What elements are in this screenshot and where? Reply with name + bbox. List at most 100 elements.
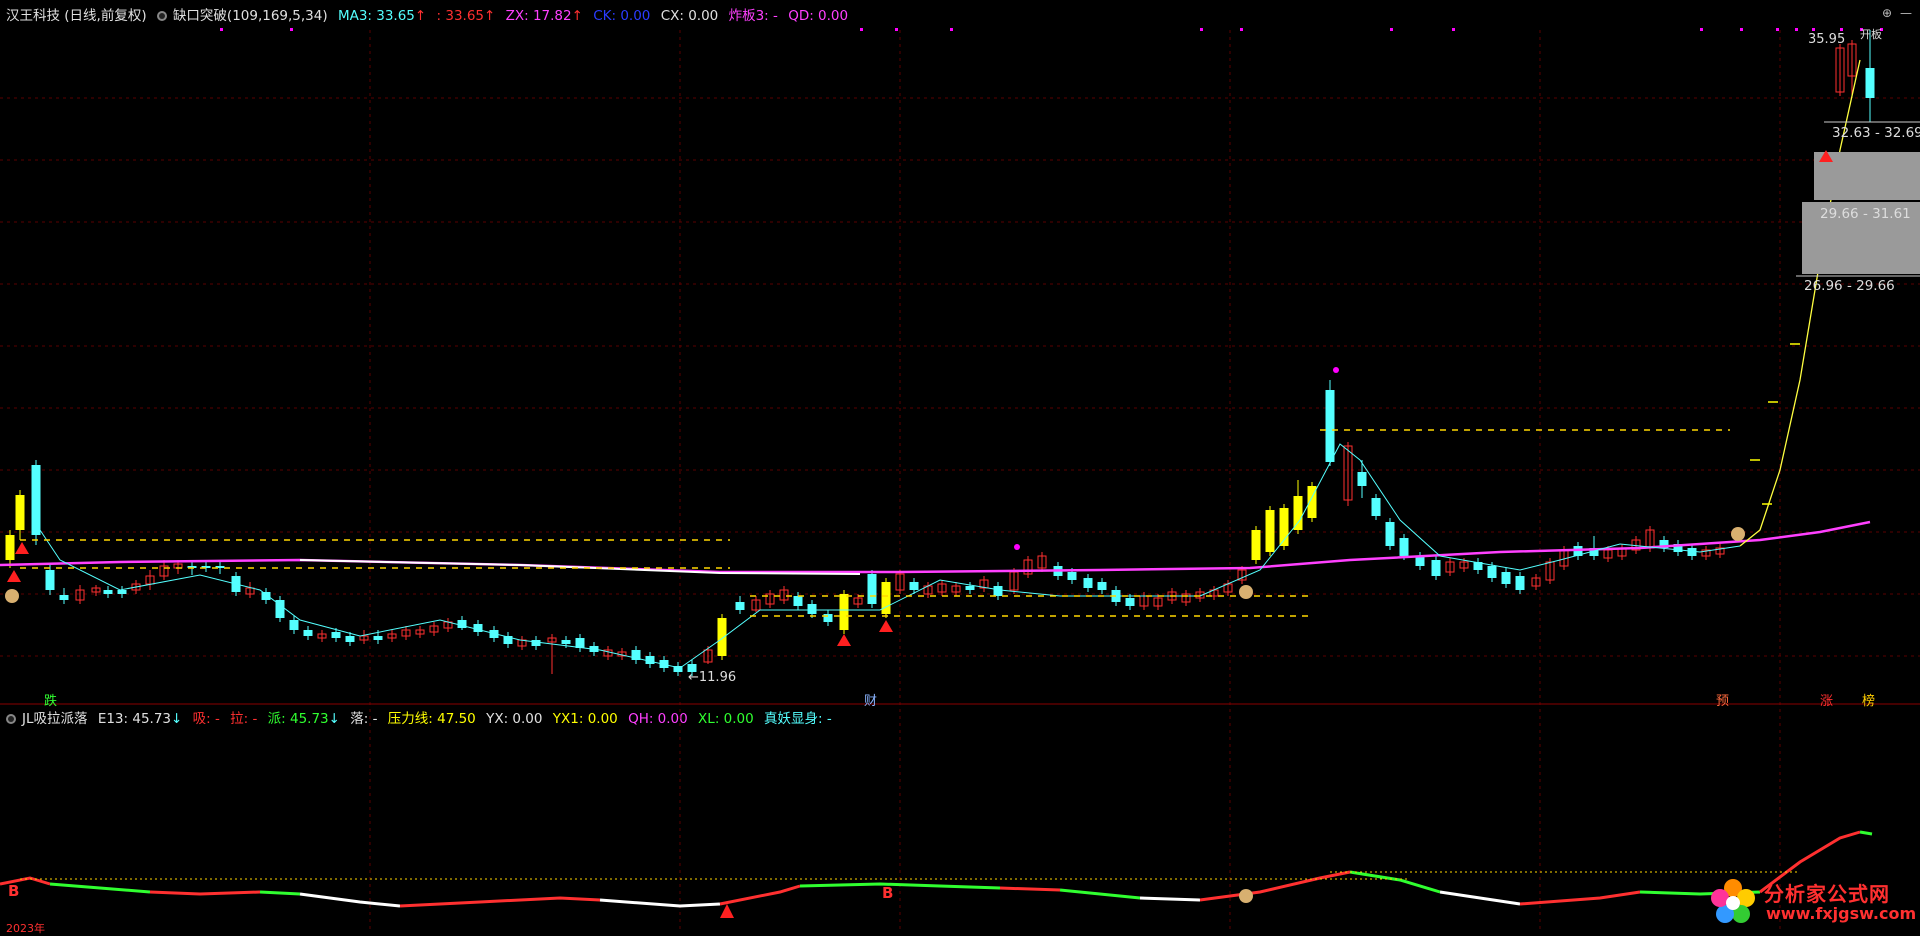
range-label-1: 32.63 - 32.69 <box>1832 125 1920 141</box>
range-label-2: 29.66 - 31.61 <box>1820 206 1911 222</box>
sub-indicator-segment <box>999 886 1061 892</box>
top-dot-marker <box>1452 28 1455 31</box>
candle-body <box>867 574 877 604</box>
sub-date-label: 2023年 <box>6 922 45 935</box>
kline-chart[interactable] <box>0 0 1920 932</box>
candle-body <box>117 590 127 594</box>
range-label-3: 26.96 - 29.66 <box>1804 278 1895 294</box>
site-watermark: 分析家公式网 www.fxjgsw.com <box>1706 876 1916 926</box>
candle-body <box>1083 578 1093 588</box>
low-price-label: ←11.96 <box>688 670 737 685</box>
sub-indicator-segment <box>1139 896 1201 902</box>
candle-body <box>1357 472 1367 486</box>
sub-indicator-segment <box>299 892 401 908</box>
candle-body <box>1501 572 1511 584</box>
money-bag-icon <box>1239 585 1253 599</box>
candle-body <box>881 582 891 614</box>
overlay-lines <box>0 59 1920 669</box>
money-bag-icon <box>5 589 19 603</box>
candle-body <box>1067 572 1077 580</box>
candle-body <box>807 604 817 614</box>
top-dot-marker <box>950 28 953 31</box>
sub-indicator <box>0 830 1873 918</box>
top-dot-marker <box>1700 28 1703 31</box>
tag-yu: 预 <box>1716 694 1730 709</box>
top-dot-marker <box>1840 28 1843 31</box>
up-triangle-marker <box>15 542 29 554</box>
candle-body <box>331 632 341 638</box>
flower-logo-icon <box>1711 879 1755 923</box>
candle-body <box>993 586 1003 596</box>
candle-body <box>1325 390 1335 462</box>
tag-bang: 榜 <box>1862 694 1876 709</box>
candle-body <box>31 465 41 535</box>
candle-body <box>965 586 975 590</box>
candle-body <box>1265 510 1275 552</box>
tag-zhang: 涨 <box>1820 694 1834 709</box>
sub-indicator-segment <box>719 884 801 906</box>
candle-body <box>289 620 299 630</box>
sub-indicator-segment <box>1349 870 1441 894</box>
up-triangle-marker <box>879 620 893 632</box>
candle-body <box>1293 496 1303 530</box>
candle-body <box>839 594 849 630</box>
top-dot-marker <box>1740 28 1743 31</box>
sub-indicator-segment <box>1059 888 1141 900</box>
sub-indicator-segment <box>259 890 301 896</box>
up-triangle-marker <box>837 634 851 646</box>
top-dot-marker <box>1812 28 1815 31</box>
watermark-url: www.fxjgsw.com <box>1766 904 1917 923</box>
watermark-title: 分析家公式网 <box>1764 882 1890 906</box>
candle-body <box>1515 576 1525 590</box>
candle-body <box>1125 598 1135 606</box>
candle-body <box>909 582 919 590</box>
candle-body <box>103 590 113 594</box>
candle-body <box>261 592 271 600</box>
candle-body <box>561 640 571 644</box>
candle-body <box>1865 68 1875 98</box>
sub-indicator-segment <box>1199 870 1351 902</box>
high-price-label: 35.95 <box>1808 32 1846 47</box>
candle-body <box>645 656 655 664</box>
candle-body <box>1399 538 1409 556</box>
candle-body <box>303 630 313 636</box>
candle-body <box>5 535 15 560</box>
sub-indicator-segment <box>399 896 601 908</box>
top-dot-marker <box>1390 28 1393 31</box>
top-dot-marker <box>1776 28 1779 31</box>
up-triangle-marker <box>7 570 21 582</box>
candle-body <box>531 640 541 646</box>
buy-signal-b1: B <box>8 882 20 900</box>
candle-body <box>15 495 25 530</box>
top-dot-marker <box>1200 28 1203 31</box>
candle-body <box>823 614 833 622</box>
sub-indicator-segment <box>799 882 1001 890</box>
sub-indicator-segment <box>599 898 721 908</box>
candle-body <box>59 595 69 600</box>
sub-indicator-segment <box>1519 890 1641 906</box>
candle-body <box>1371 498 1381 516</box>
candle-body <box>575 638 585 648</box>
tag-die: 跌 <box>44 694 58 709</box>
cyan-ma-line <box>39 443 1741 669</box>
tag-cai: 财 <box>864 694 878 709</box>
money-bag-icon <box>1731 527 1745 541</box>
candle-body <box>735 602 745 610</box>
candle-body <box>45 570 55 590</box>
candle-body <box>1431 560 1441 576</box>
top-dot-marker <box>1240 28 1243 31</box>
open-board-label: 开板 <box>1860 28 1882 41</box>
sub-up-triangle-marker <box>720 904 734 918</box>
buy-signal-b2: B <box>882 884 894 902</box>
sub-indicator-segment <box>49 882 151 894</box>
sub-indicator-segment <box>149 890 261 896</box>
top-dot-marker <box>290 28 293 31</box>
candle-body <box>793 596 803 606</box>
candle-body <box>1487 566 1497 578</box>
candle-body <box>345 636 355 642</box>
candle-body <box>1385 522 1395 546</box>
candle-body <box>373 636 383 640</box>
spike-dot-marker <box>1014 544 1020 550</box>
ma-line <box>0 520 1871 574</box>
markers <box>5 28 1883 903</box>
